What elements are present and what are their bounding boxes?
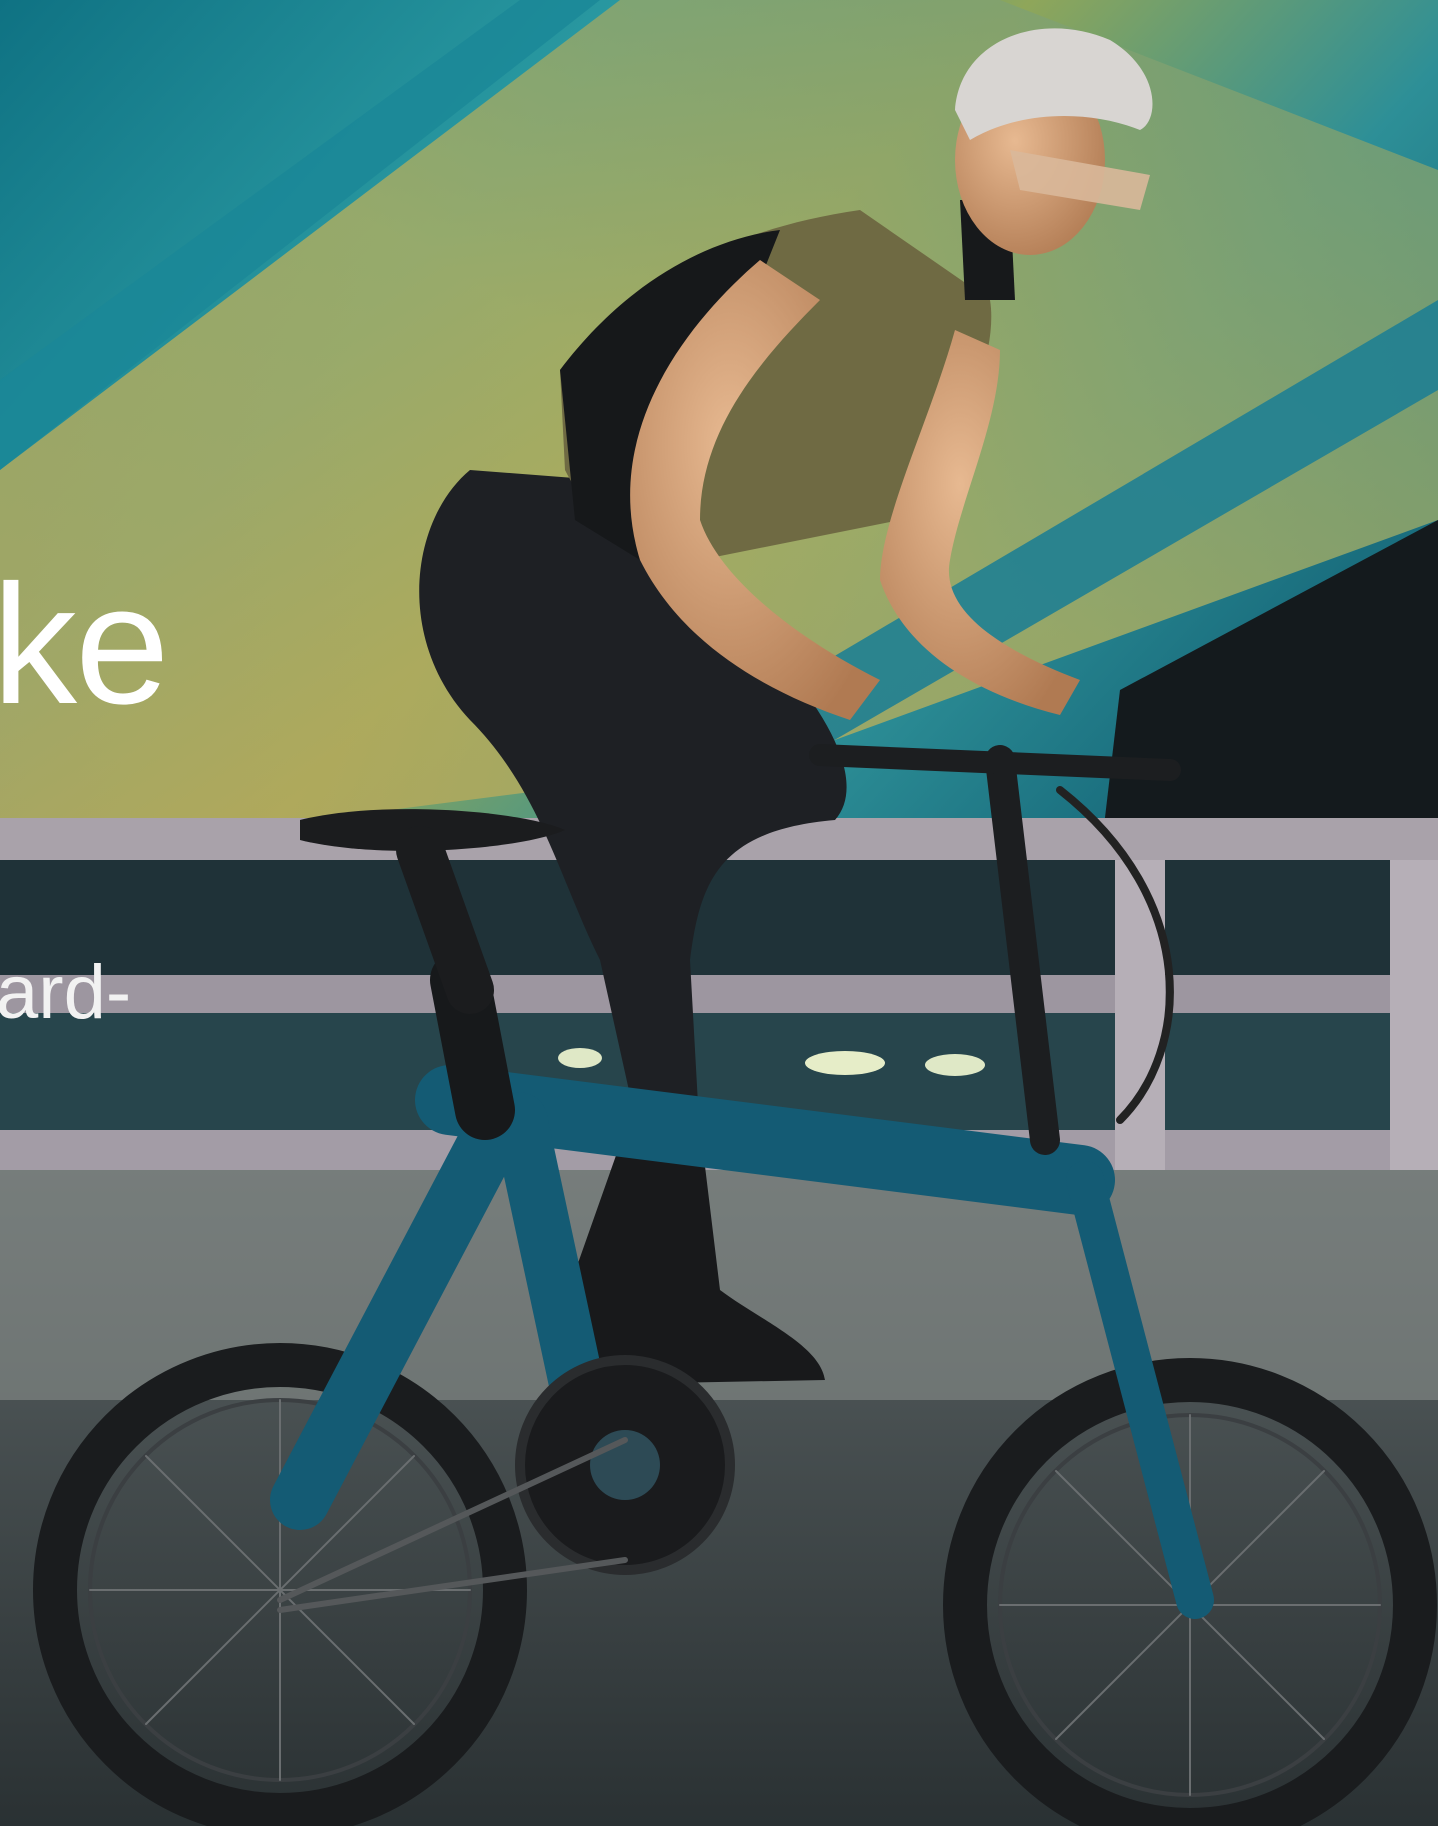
hero-title: ke [0, 550, 170, 740]
hero-banner: ke ard- [0, 0, 1438, 1826]
hero-photo [0, 0, 1438, 1826]
railing-middle [0, 975, 1438, 1013]
hero-subtitle: ard- [0, 950, 132, 1035]
